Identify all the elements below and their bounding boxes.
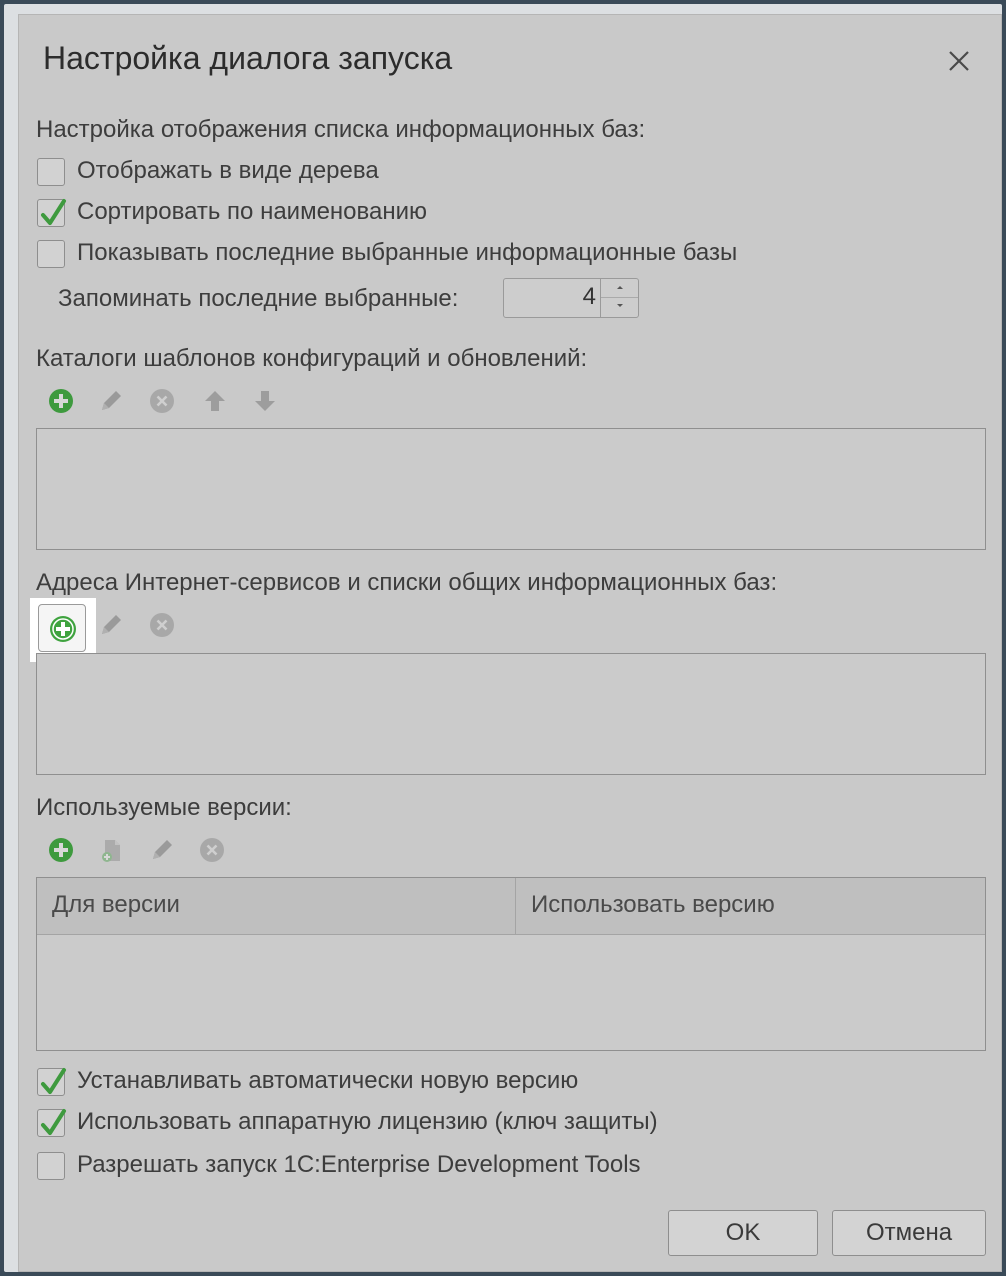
templates-edit-button[interactable] — [94, 384, 128, 418]
templates-add-button[interactable] — [44, 384, 78, 418]
internet-services-list[interactable] — [36, 653, 986, 775]
remember-recent-stepper[interactable]: 4 — [503, 278, 639, 318]
stepper-up-button[interactable] — [601, 279, 638, 298]
cancel-button[interactable]: Отмена — [832, 1210, 986, 1256]
move-up-icon — [205, 391, 225, 411]
show-recent-label: Показывать последние выбранные информаци… — [77, 239, 738, 266]
edit-icon — [153, 840, 172, 859]
templates-move-down-button[interactable] — [248, 384, 282, 418]
column-header-use-version[interactable]: Использовать версию — [516, 878, 985, 935]
internet-edit-button[interactable] — [94, 608, 128, 642]
show-tree-label: Отображать в виде дерева — [77, 157, 379, 184]
checkbox-sort-by-name[interactable] — [37, 199, 66, 227]
chevron-down-icon — [617, 304, 623, 307]
table-header: Для версии Использовать версию — [37, 878, 985, 935]
checkbox-allow-edt[interactable] — [37, 1152, 65, 1180]
delete-icon — [150, 613, 174, 637]
edit-icon — [102, 391, 121, 410]
stepper-value: 4 — [582, 283, 596, 310]
add-icon — [49, 389, 73, 413]
delete-icon — [150, 389, 174, 413]
checkbox-show-tree[interactable] — [37, 158, 65, 186]
allow-edt-label: Разрешать запуск 1C:Enterprise Developme… — [77, 1151, 641, 1178]
templates-delete-button[interactable] — [145, 384, 179, 418]
internet-add-button[interactable] — [38, 604, 86, 652]
internet-delete-button[interactable] — [145, 608, 179, 642]
versions-table[interactable]: Для версии Использовать версию — [36, 877, 986, 1051]
versions-edit-button[interactable] — [145, 833, 179, 867]
chevron-up-icon — [617, 286, 623, 289]
templates-list[interactable] — [36, 428, 986, 550]
templates-move-up-button[interactable] — [198, 384, 232, 418]
copy-icon — [102, 840, 120, 862]
hardware-license-label: Использовать аппаратную лицензию (ключ з… — [77, 1108, 658, 1135]
dialog-title: Настройка диалога запуска — [43, 40, 453, 76]
checkmark-icon — [41, 1109, 66, 1135]
checkbox-hardware-license[interactable] — [37, 1109, 66, 1137]
add-icon — [50, 616, 76, 642]
checkmark-icon — [41, 199, 66, 225]
internet-services-heading: Адреса Интернет-сервисов и списки общих … — [36, 569, 778, 596]
versions-heading: Используемые версии: — [36, 794, 292, 821]
move-down-icon — [255, 391, 275, 411]
versions-copy-button[interactable] — [94, 833, 128, 867]
remember-recent-label: Запоминать последние выбранные: — [58, 285, 459, 312]
list-display-heading: Настройка отображения списка информацион… — [36, 116, 646, 143]
add-icon — [49, 838, 73, 862]
checkmark-icon — [41, 1068, 66, 1094]
checkbox-auto-install-version[interactable] — [37, 1068, 66, 1096]
templates-heading: Каталоги шаблонов конфигураций и обновле… — [36, 345, 588, 372]
sort-by-name-label: Сортировать по наименованию — [77, 198, 428, 225]
stepper-spin — [600, 279, 638, 317]
checkbox-show-recent[interactable] — [37, 240, 65, 268]
close-button[interactable] — [944, 46, 974, 76]
edit-icon — [102, 615, 121, 634]
stepper-down-button[interactable] — [601, 298, 638, 317]
close-icon — [949, 51, 969, 71]
versions-add-button[interactable] — [44, 833, 78, 867]
auto-install-version-label: Устанавливать автоматически новую версию — [77, 1067, 579, 1094]
versions-delete-button[interactable] — [195, 833, 229, 867]
column-header-for-version[interactable]: Для версии — [37, 878, 516, 935]
delete-icon — [200, 838, 224, 862]
ok-button[interactable]: OK — [668, 1210, 818, 1256]
